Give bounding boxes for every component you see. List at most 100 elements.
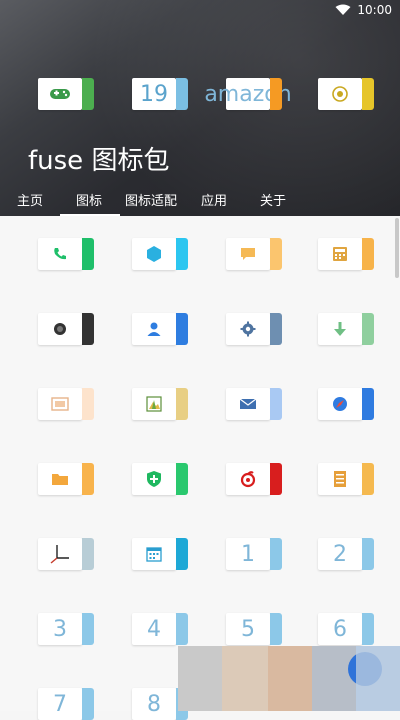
icon-tile[interactable]	[38, 313, 94, 345]
icon-tile[interactable]	[132, 313, 188, 345]
icon-tile[interactable]	[318, 463, 374, 495]
icon-color-tab	[82, 688, 94, 720]
camera-icon	[52, 321, 68, 337]
icon-card: 3	[38, 613, 82, 645]
icon-tile[interactable]	[132, 463, 188, 495]
icon-color-tab	[82, 238, 94, 270]
icon-card	[226, 313, 270, 345]
number-6-icon: 6	[333, 616, 347, 642]
icon-tile[interactable]	[318, 238, 374, 270]
blur-block	[312, 646, 356, 711]
currency-icon	[331, 85, 349, 103]
blur-block	[222, 646, 268, 711]
icon-card	[38, 388, 82, 420]
icon-color-tab	[82, 313, 94, 345]
icon-tile[interactable]	[38, 78, 94, 110]
icon-tile[interactable]	[318, 78, 374, 110]
icon-color-tab	[362, 78, 374, 110]
icon-card	[132, 538, 176, 570]
icon-color-tab	[362, 313, 374, 345]
icon-color-tab	[176, 78, 188, 110]
icon-color-tab	[270, 388, 282, 420]
icon-card	[226, 463, 270, 495]
icon-card	[318, 238, 362, 270]
icon-card	[132, 313, 176, 345]
number-2-icon: 2	[333, 541, 347, 567]
icon-card: 5	[226, 613, 270, 645]
netease-music-icon	[239, 470, 257, 488]
clock-icon	[50, 544, 70, 564]
icon-tile[interactable]: amazon	[204, 78, 292, 110]
header-banner: 10:00 19 amazon fuse 图标包 主页 图标 图标适配 应用 关于	[0, 0, 400, 216]
icon-grid: 1 2 3 4 5 6 7 8	[0, 216, 400, 720]
icon-tile[interactable]	[132, 388, 188, 420]
icon-card	[38, 238, 82, 270]
icon-tile[interactable]	[226, 313, 282, 345]
icon-color-tab	[270, 313, 282, 345]
icon-tile[interactable]: 4	[132, 613, 188, 645]
icon-card: 7	[38, 688, 82, 720]
icon-card: 6	[318, 613, 362, 645]
icon-tile[interactable]	[132, 238, 188, 270]
icon-tile[interactable]	[226, 463, 282, 495]
icon-tile[interactable]	[38, 388, 94, 420]
icon-color-tab	[176, 313, 188, 345]
status-bar: 10:00	[335, 3, 392, 17]
icon-color-tab	[362, 613, 374, 645]
icon-tile[interactable]	[38, 463, 94, 495]
icon-tile[interactable]	[38, 538, 94, 570]
blur-block	[178, 646, 222, 711]
icon-tile[interactable]	[226, 388, 282, 420]
tab-about[interactable]: 关于	[260, 190, 286, 209]
chat-icon	[240, 247, 256, 261]
icon-tile[interactable]: 7	[38, 688, 94, 720]
icon-tile[interactable]: 3	[38, 613, 94, 645]
icon-card	[226, 238, 270, 270]
icon-tile[interactable]: 19	[132, 78, 188, 110]
icon-tile[interactable]: 6	[318, 613, 374, 645]
tab-icons[interactable]: 图标	[76, 190, 102, 209]
icon-tile[interactable]	[38, 238, 94, 270]
sim-card-icon	[51, 397, 69, 411]
tab-bar: 主页 图标 图标适配 应用 关于	[0, 186, 400, 216]
tab-apps[interactable]: 应用	[201, 190, 227, 209]
icon-color-tab	[362, 388, 374, 420]
icon-tile[interactable]	[318, 388, 374, 420]
icon-tile[interactable]: 1	[226, 538, 282, 570]
icon-tile[interactable]: 2	[318, 538, 374, 570]
scrollbar[interactable]	[395, 218, 399, 278]
wifi-icon	[335, 4, 351, 15]
contacts-icon	[146, 321, 162, 337]
number-1-icon: 1	[241, 541, 255, 567]
app-title: fuse 图标包	[28, 146, 170, 176]
icon-color-tab	[82, 463, 94, 495]
icon-card	[38, 463, 82, 495]
icon-card	[318, 78, 362, 110]
icon-color-tab	[270, 238, 282, 270]
tab-home[interactable]: 主页	[17, 190, 43, 209]
icon-tile[interactable]: 5	[226, 613, 282, 645]
icon-color-tab	[270, 613, 282, 645]
icon-card: 2	[318, 538, 362, 570]
tab-icon-adapt[interactable]: 图标适配	[125, 190, 177, 209]
icon-color-tab	[270, 78, 282, 110]
icon-tile[interactable]	[318, 313, 374, 345]
number-7-icon: 7	[53, 691, 67, 717]
icon-tile[interactable]	[132, 538, 188, 570]
icon-color-tab	[82, 78, 94, 110]
hexagon-icon	[145, 245, 163, 263]
icon-color-tab	[176, 538, 188, 570]
icon-card	[132, 463, 176, 495]
calculator-icon	[332, 246, 348, 262]
icon-color-tab	[270, 538, 282, 570]
icon-color-tab	[82, 538, 94, 570]
blur-block	[356, 646, 400, 711]
icon-tile[interactable]	[226, 238, 282, 270]
gamepad-icon	[49, 87, 71, 101]
icon-color-tab	[362, 538, 374, 570]
number-8-icon: 8	[147, 691, 161, 717]
icon-card	[318, 388, 362, 420]
icon-color-tab	[362, 463, 374, 495]
icon-card	[38, 313, 82, 345]
gallery-icon	[146, 396, 162, 412]
